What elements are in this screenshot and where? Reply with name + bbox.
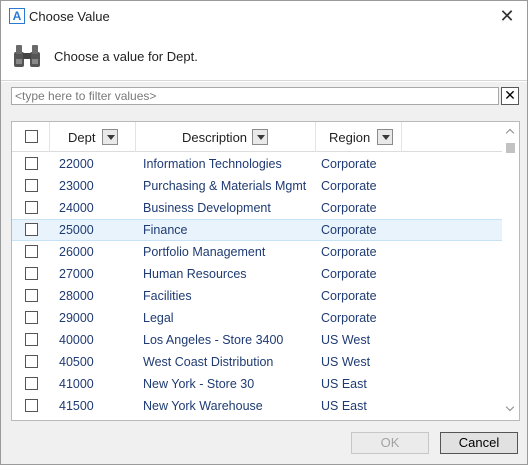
cell-region: Corporate — [321, 289, 377, 303]
cell-dept: 26000 — [59, 245, 94, 259]
cell-description: New York - Store 30 — [143, 377, 255, 391]
row-checkbox[interactable] — [25, 377, 38, 390]
table-row[interactable]: 26000 Portfolio Management Corporate — [12, 241, 503, 263]
cell-region: US East — [321, 399, 367, 413]
cell-description: Legal — [143, 311, 174, 325]
app-logo-icon: A — [9, 8, 25, 24]
row-checkbox[interactable] — [25, 399, 38, 412]
table-row[interactable]: 41500 New York Warehouse US East — [12, 395, 503, 417]
cell-dept: 22000 — [59, 157, 94, 171]
cell-region: Corporate — [321, 157, 377, 171]
table-row[interactable]: 27000 Human Resources Corporate — [12, 263, 503, 285]
cell-region: Corporate — [321, 311, 377, 325]
cell-region: US West — [321, 355, 371, 369]
column-label-region: Region — [329, 130, 371, 145]
table-row[interactable]: 41000 New York - Store 30 US East — [12, 373, 503, 395]
table-row[interactable]: 29000 Legal Corporate — [12, 307, 503, 329]
row-checkbox[interactable] — [25, 223, 38, 236]
column-label-description: Description — [182, 130, 248, 145]
row-checkbox[interactable] — [25, 245, 38, 258]
cell-description: Human Resources — [143, 267, 247, 281]
cell-region: Corporate — [321, 201, 377, 215]
header-select-cell — [12, 122, 50, 152]
table-row[interactable]: 28000 Facilities Corporate — [12, 285, 503, 307]
dept-filter-dropdown-icon[interactable] — [102, 129, 118, 145]
cell-dept: 23000 — [59, 179, 94, 193]
cell-dept: 41500 — [59, 399, 94, 413]
title-bar: A Choose Value ✕ — [1, 1, 527, 33]
values-grid: Dept Description Region 22000 Information… — [11, 121, 520, 421]
table-row[interactable]: 23000 Purchasing & Materials Mgmt Corporat… — [12, 175, 503, 197]
scroll-thumb[interactable] — [506, 143, 515, 153]
cell-dept: 28000 — [59, 289, 94, 303]
description-filter-dropdown-icon[interactable] — [252, 129, 268, 145]
column-header-region[interactable]: Region — [316, 122, 402, 152]
row-checkbox[interactable] — [25, 157, 38, 170]
cell-dept: 25000 — [59, 223, 94, 237]
cell-description: West Coast Distribution — [143, 355, 274, 369]
dialog-body: ✕ Dept Description Region 2 — [1, 82, 527, 429]
cell-region: US East — [321, 377, 367, 391]
cell-description: Portfolio Management — [143, 245, 266, 259]
column-label-dept: Dept — [68, 130, 96, 145]
cell-dept: 29000 — [59, 311, 94, 325]
column-header-dept[interactable]: Dept — [50, 122, 136, 152]
cell-description: Finance — [143, 223, 188, 237]
window-title: Choose Value — [29, 9, 110, 24]
cell-region: Corporate — [321, 179, 377, 193]
row-checkbox[interactable] — [25, 355, 38, 368]
cell-region: US West — [321, 333, 371, 347]
cell-dept: 24000 — [59, 201, 94, 215]
dialog-header: Choose a value for Dept. — [1, 33, 527, 81]
row-checkbox[interactable] — [25, 201, 38, 214]
cell-description: Information Technologies — [143, 157, 282, 171]
select-all-checkbox[interactable] — [25, 130, 38, 143]
dialog-footer: OK Cancel — [1, 429, 527, 464]
cell-region: Corporate — [321, 223, 377, 237]
cancel-button[interactable]: Cancel — [440, 432, 518, 454]
cell-region: Corporate — [321, 267, 377, 281]
scroll-up-icon[interactable] — [502, 124, 519, 141]
cell-dept: 41000 — [59, 377, 94, 391]
table-row[interactable]: 24000 Business Development Corporate — [12, 197, 503, 219]
choose-value-dialog: A Choose Value ✕ Choose a value for Dept… — [0, 0, 528, 465]
dialog-prompt: Choose a value for Dept. — [54, 49, 198, 64]
scroll-down-icon[interactable] — [502, 401, 519, 418]
cell-description: New York Warehouse — [143, 399, 263, 413]
row-checkbox[interactable] — [25, 333, 38, 346]
column-header-description[interactable]: Description — [136, 122, 316, 152]
cell-dept: 27000 — [59, 267, 94, 281]
row-checkbox[interactable] — [25, 179, 38, 192]
grid-header: Dept Description Region — [12, 122, 503, 152]
filter-input[interactable] — [11, 87, 499, 105]
binoculars-icon — [14, 45, 40, 67]
close-button[interactable]: ✕ — [497, 6, 517, 26]
cell-dept: 40000 — [59, 333, 94, 347]
vertical-scrollbar[interactable] — [502, 122, 519, 420]
cell-description: Business Development — [143, 201, 271, 215]
table-row[interactable]: 40000 Los Angeles - Store 3400 US West — [12, 329, 503, 351]
ok-button[interactable]: OK — [351, 432, 429, 454]
grid-rows: 22000 Information Technologies Corporate 23… — [12, 153, 503, 420]
cell-region: Corporate — [321, 245, 377, 259]
clear-filter-button[interactable]: ✕ — [501, 87, 519, 105]
row-checkbox[interactable] — [25, 289, 38, 302]
table-row[interactable]: 40500 West Coast Distribution US West — [12, 351, 503, 373]
row-checkbox[interactable] — [25, 311, 38, 324]
table-row[interactable]: 22000 Information Technologies Corporate — [12, 153, 503, 175]
row-checkbox[interactable] — [25, 267, 38, 280]
table-row[interactable]: 25000 Finance Corporate — [12, 219, 503, 241]
cell-description: Facilities — [143, 289, 192, 303]
cell-dept: 40500 — [59, 355, 94, 369]
cell-description: Purchasing & Materials Mgmt — [143, 179, 307, 193]
cell-description: Los Angeles - Store 3400 — [143, 333, 284, 347]
region-filter-dropdown-icon[interactable] — [377, 129, 393, 145]
